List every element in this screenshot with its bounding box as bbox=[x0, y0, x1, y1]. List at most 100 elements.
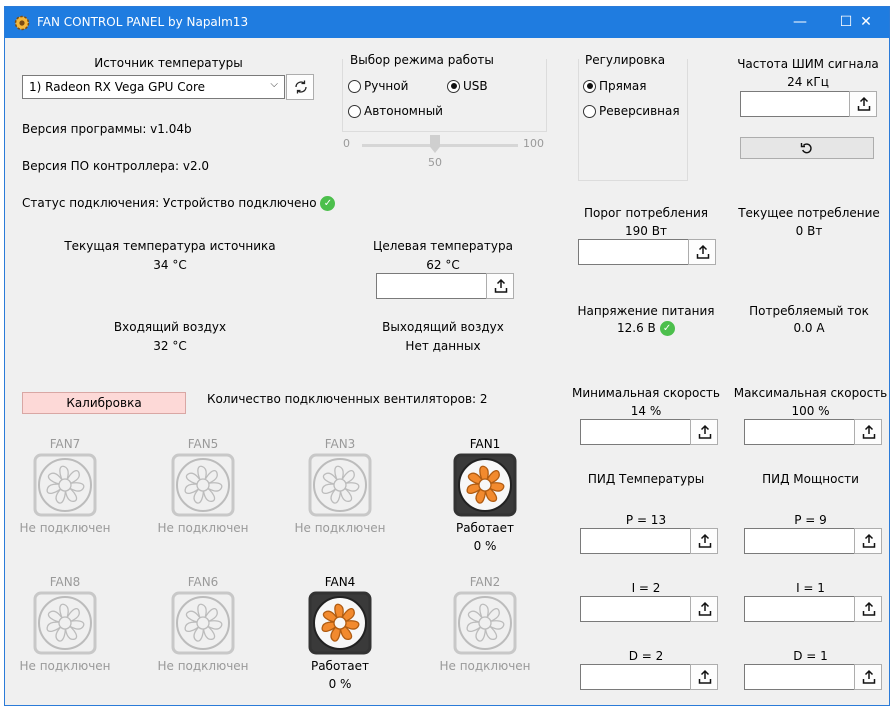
mode-manual-radio[interactable]: Ручной bbox=[348, 79, 408, 93]
fan-name: FAN8 bbox=[49, 575, 81, 589]
current-power-label: Текущее потребление bbox=[738, 206, 880, 220]
mode-usb-radio[interactable]: USB bbox=[447, 79, 488, 93]
max-speed-upload-button[interactable] bbox=[854, 419, 882, 445]
max-speed-label: Максимальная скорость bbox=[733, 386, 888, 400]
voltage-value: 12.6 В bbox=[617, 321, 656, 335]
pid-temp-p-value: P = 13 bbox=[625, 513, 667, 527]
fan-name: FAN6 bbox=[187, 575, 219, 589]
fan-status: Не подключен bbox=[157, 659, 249, 673]
fan-status: Не подключен bbox=[294, 521, 386, 535]
pid-power-i-upload-button[interactable] bbox=[854, 596, 882, 622]
pid-power-i-input[interactable] bbox=[744, 596, 855, 622]
power-threshold-input[interactable] bbox=[578, 239, 689, 265]
pid-power-d-input[interactable] bbox=[744, 664, 855, 690]
fan-icon bbox=[453, 453, 517, 517]
gear-icon bbox=[14, 15, 30, 31]
min-speed-input[interactable] bbox=[580, 419, 691, 445]
pid-power-d-upload-button[interactable] bbox=[854, 664, 882, 690]
amperage-value: 0.0 А bbox=[793, 321, 825, 335]
pid-temp-p-input[interactable] bbox=[580, 528, 691, 554]
pid-temp-d-upload-button[interactable] bbox=[690, 664, 718, 690]
radio-icon bbox=[583, 104, 596, 118]
fan-name: FAN2 bbox=[469, 575, 501, 589]
refresh-button[interactable] bbox=[286, 74, 314, 100]
fan-speed: 0 % bbox=[328, 677, 352, 691]
connection-status: Статус подключения: Устройство подключен… bbox=[22, 196, 336, 211]
intake-air-value: 32 °C bbox=[153, 339, 187, 353]
regulation-reverse-radio[interactable]: Реверсивная bbox=[583, 104, 680, 118]
regulation-direct-radio[interactable]: Прямая bbox=[583, 79, 646, 93]
pid-power-p-upload-button[interactable] bbox=[854, 528, 882, 554]
mode-auto-label: Автономный bbox=[364, 104, 443, 118]
radio-icon bbox=[348, 104, 361, 118]
pid-temp-label: ПИД Температуры bbox=[587, 472, 705, 486]
min-speed-upload-button[interactable] bbox=[690, 419, 718, 445]
upload-icon bbox=[696, 244, 710, 259]
pwm-input[interactable] bbox=[740, 91, 850, 117]
upload-icon bbox=[698, 424, 712, 439]
firmware-version: Версия ПО контроллера: v2.0 bbox=[22, 159, 210, 173]
reset-button[interactable] bbox=[740, 137, 874, 159]
check-icon: ✓ bbox=[659, 321, 675, 336]
regulation-direct-label: Прямая bbox=[599, 79, 647, 93]
voltage-value-row: 12.6 В ✓ bbox=[617, 321, 675, 336]
fan-widget-fan7: FAN7 Не подключен bbox=[15, 437, 115, 539]
pwm-value: 24 кГц bbox=[787, 75, 829, 89]
pwm-upload-button[interactable] bbox=[849, 91, 877, 117]
regulation-group bbox=[578, 59, 688, 181]
close-button[interactable]: ✕ bbox=[843, 7, 889, 38]
pid-temp-d-input[interactable] bbox=[580, 664, 691, 690]
upload-icon bbox=[862, 669, 876, 684]
power-threshold-upload-button[interactable] bbox=[688, 239, 716, 265]
pid-temp-i-value: I = 2 bbox=[631, 581, 661, 595]
source-select[interactable]: 1) Radeon RX Vega GPU Core ⌵ bbox=[22, 75, 285, 99]
current-temp-label: Текущая температура источника bbox=[64, 239, 276, 253]
intake-air-label: Входящий воздух bbox=[113, 320, 227, 334]
app-window: FAN CONTROL PANEL by Napalm13 — ☐ ✕ Исто… bbox=[4, 6, 890, 706]
minimize-button[interactable]: — bbox=[777, 7, 823, 38]
calibration-button[interactable]: Калибровка bbox=[22, 392, 186, 414]
fan-icon bbox=[308, 591, 372, 655]
min-speed-label: Минимальная скорость bbox=[572, 386, 720, 400]
fan-name: FAN1 bbox=[469, 437, 501, 451]
fan-icon bbox=[171, 453, 235, 517]
slider-max-label: 100 bbox=[523, 137, 544, 150]
fan-name: FAN3 bbox=[324, 437, 356, 451]
pid-temp-i-input[interactable] bbox=[580, 596, 691, 622]
pid-power-d-value: D = 1 bbox=[793, 649, 828, 663]
fan-status: Не подключен bbox=[19, 659, 111, 673]
radio-checked-icon bbox=[447, 79, 460, 93]
pid-temp-p-upload-button[interactable] bbox=[690, 528, 718, 554]
fan-name: FAN4 bbox=[324, 575, 356, 589]
fan-widget-fan5: FAN5 Не подключен bbox=[153, 437, 253, 539]
pwm-label: Частота ШИМ сигнала bbox=[737, 57, 879, 71]
title-bar: FAN CONTROL PANEL by Napalm13 — ☐ ✕ bbox=[5, 7, 889, 38]
radio-icon bbox=[348, 79, 361, 93]
voltage-label: Напряжение питания bbox=[577, 304, 715, 318]
max-speed-input[interactable] bbox=[744, 419, 855, 445]
target-temp-input[interactable] bbox=[376, 273, 487, 299]
fan-icon bbox=[171, 591, 235, 655]
fan-name: FAN7 bbox=[49, 437, 81, 451]
undo-icon bbox=[800, 143, 812, 154]
fan-status: Работает bbox=[310, 659, 370, 673]
upload-icon bbox=[862, 424, 876, 439]
pid-temp-i-upload-button[interactable] bbox=[690, 596, 718, 622]
mode-auto-radio[interactable]: Автономный bbox=[348, 104, 443, 118]
target-temp-upload-button[interactable] bbox=[486, 273, 514, 299]
pid-power-label: ПИД Мощности bbox=[762, 472, 859, 486]
exhaust-air-label: Выходящий воздух bbox=[382, 320, 504, 334]
max-speed-value: 100 % bbox=[791, 404, 830, 418]
speed-slider-thumb[interactable] bbox=[430, 135, 440, 153]
pid-power-p-input[interactable] bbox=[744, 528, 855, 554]
fan-icon bbox=[33, 591, 97, 655]
speed-slider-track[interactable] bbox=[362, 144, 518, 147]
exhaust-air-value: Нет данных bbox=[405, 339, 481, 353]
source-selected-value: 1) Radeon RX Vega GPU Core bbox=[29, 80, 206, 94]
fan-status: Не подключен bbox=[439, 659, 531, 673]
source-label: Источник температуры bbox=[94, 56, 243, 70]
fan-icon bbox=[33, 453, 97, 517]
current-power-value: 0 Вт bbox=[795, 224, 823, 238]
fan-widget-fan1: FAN1 Работает 0 % bbox=[435, 437, 535, 553]
upload-icon bbox=[698, 533, 712, 548]
